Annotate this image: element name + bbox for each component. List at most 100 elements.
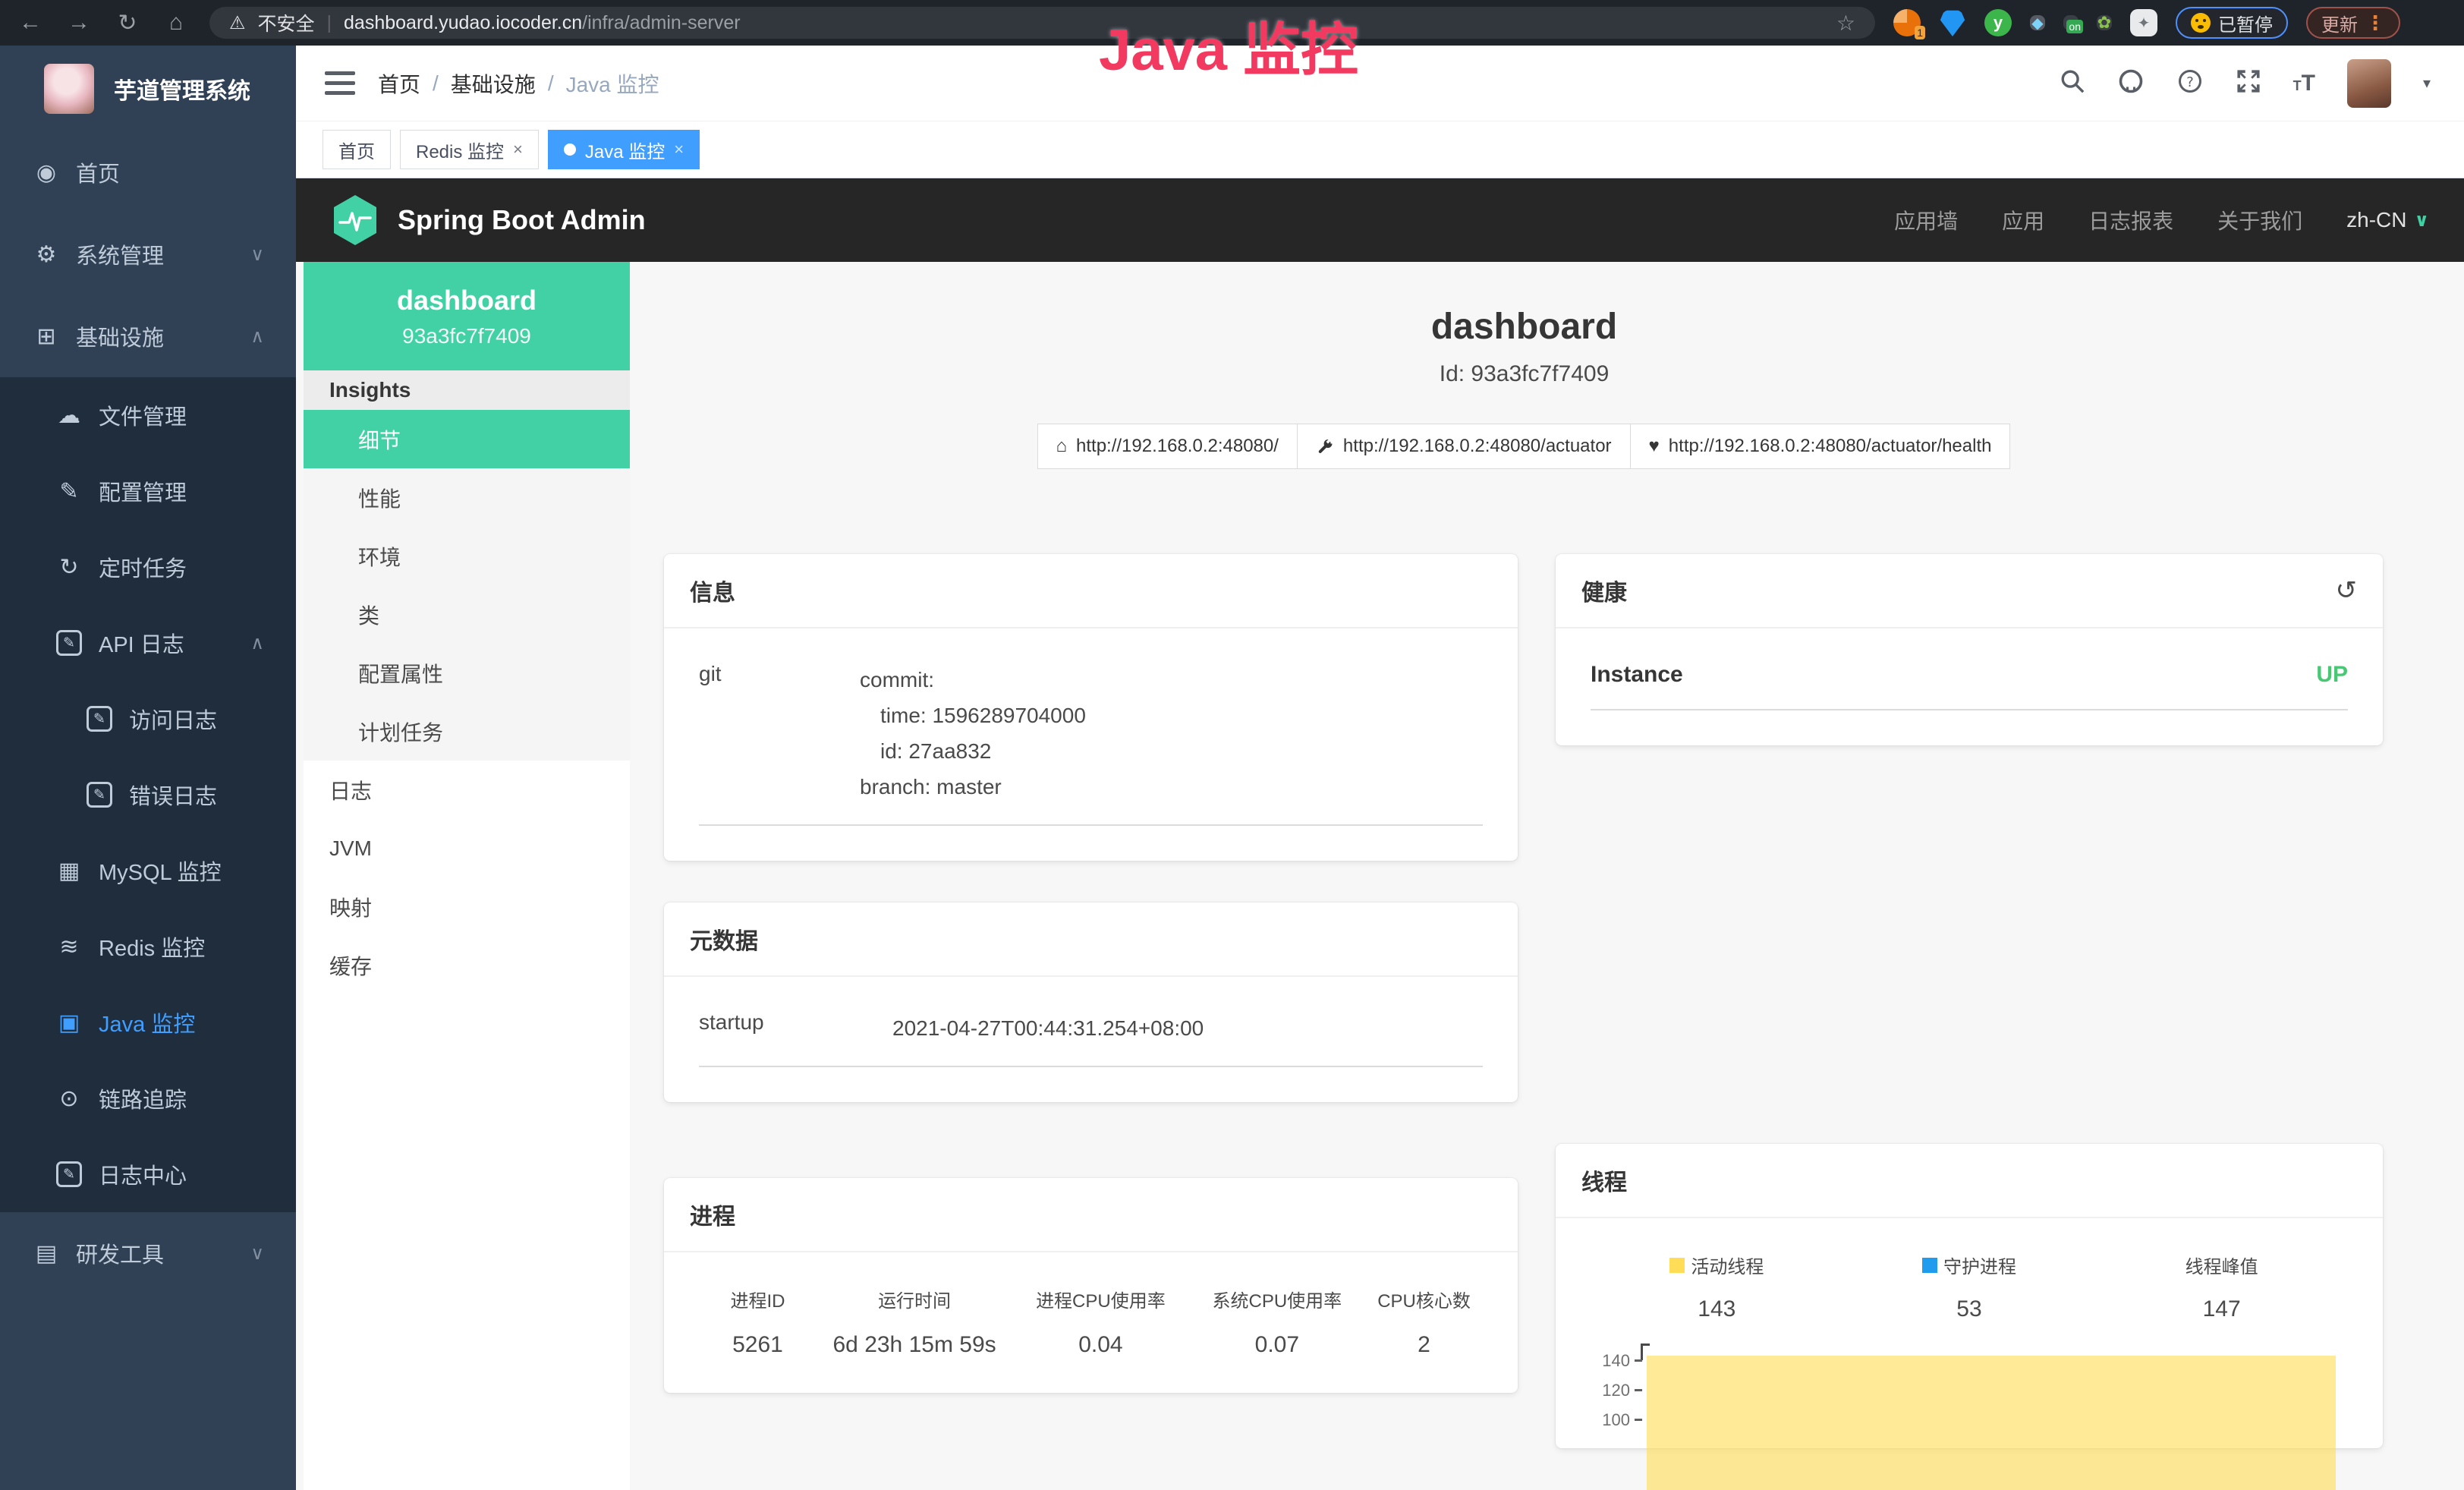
grid-extension-icon[interactable]: ◆ [2030,15,2045,30]
process-cpu: 0.04 [1012,1332,1188,1358]
edit-icon: ✎ [52,478,87,505]
actuator-url-button[interactable]: http://192.168.0.2:48080/actuator [1297,424,1631,469]
sidebar-item-java-monitoring[interactable]: ▣ Java 监控 [0,984,296,1060]
home-icon[interactable]: ⌂ [161,10,191,36]
instance-tab-mappings[interactable]: 映射 [304,877,630,936]
tab-redis-monitoring[interactable]: Redis 监控 × [400,130,539,169]
process-pid: 5261 [699,1332,817,1358]
active-dot-icon [564,143,576,156]
pin-extension-icon[interactable] [1939,9,1966,36]
paused-badge[interactable]: 已暂停 [2176,7,2288,39]
gear-icon: ⚙ [29,241,64,268]
health-card-title: 健康 [1581,574,1627,607]
sidebar-item-log-center[interactable]: ✎ 日志中心 [0,1136,296,1212]
insights-section-header: Insights [304,370,630,410]
breadcrumb-infrastructure[interactable]: 基础设施 [451,68,536,99]
service-url-button[interactable]: ⌂ http://192.168.0.2:48080/ [1037,424,1298,469]
instance-tab-scheduled-tasks[interactable]: 计划任务 [304,702,630,761]
instance-id: 93a3fc7f7409 [304,324,630,348]
font-size-icon[interactable]: TT [2293,71,2315,96]
update-button[interactable]: 更新 ⋮ [2306,7,2400,39]
sba-link-wallboard[interactable]: 应用墙 [1894,205,1958,235]
tab-java-monitoring[interactable]: Java 监控 × [548,130,700,169]
health-card: 健康 ↺ Instance UP [1556,554,2383,745]
dashboard-icon: ◉ [29,159,64,186]
page-url: dashboard.yudao.iocoder.cn/infra/admin-s… [344,12,741,34]
peak-threads-value: 147 [2095,1296,2348,1322]
page-title: dashboard [664,306,2384,348]
instance-tab-config-props[interactable]: 配置属性 [304,644,630,702]
process-card: 进程 进程ID 运行时间 进程CPU使用率 系统CPU使用率 CPU核心数 52… [664,1178,1518,1393]
reload-icon[interactable]: ↻ [112,10,143,36]
health-url-button[interactable]: ♥ http://192.168.0.2:48080/actuator/heal… [1630,424,2011,469]
sba-link-applications[interactable]: 应用 [2002,205,2044,235]
sidebar-item-scheduled-tasks[interactable]: ↻ 定时任务 [0,529,296,605]
instance-tab-details[interactable]: 细节 [304,410,630,468]
instance-tab-environment[interactable]: 环境 [304,527,630,585]
sba-brand[interactable]: Spring Boot Admin [331,194,646,247]
legend-daemon-threads: 守护进程 [1843,1252,2096,1278]
sidebar-item-file-management[interactable]: ☁ 文件管理 [0,377,296,453]
metadata-key: startup [699,1010,892,1046]
breadcrumb-home[interactable]: 首页 [378,68,420,99]
sba-logo-icon [331,194,379,247]
extension-icon[interactable]: y [1984,9,2012,36]
user-avatar[interactable] [2347,59,2391,108]
instance-sidebar: dashboard 93a3fc7f7409 Insights 细节 性能 环境… [304,262,630,1490]
instance-tab-classes[interactable]: 类 [304,585,630,644]
search-icon[interactable] [2060,68,2085,98]
emoji-face-icon [2191,13,2211,33]
sidebar-item-mysql-monitoring[interactable]: ▦ MySQL 监控 [0,833,296,909]
instance-tab-metrics[interactable]: 性能 [304,468,630,527]
hamburger-icon[interactable] [325,71,355,95]
instance-tab-jvm[interactable]: JVM [304,819,630,877]
sidebar-item-home[interactable]: ◉ 首页 [0,131,296,213]
close-icon[interactable]: × [513,140,523,159]
back-icon[interactable]: ← [15,10,46,36]
sidebar-item-redis-monitoring[interactable]: ≋ Redis 监控 [0,909,296,984]
process-uptime: 6d 23h 15m 59s [817,1332,1012,1358]
infrastructure-submenu: ☁ 文件管理 ✎ 配置管理 ↻ 定时任务 ✎ API 日志 ∧ ✎ 访问日志 ✎ [0,377,296,1212]
sba-brand-title: Spring Boot Admin [398,204,646,236]
process-headers: 进程ID 运行时间 进程CPU使用率 系统CPU使用率 CPU核心数 [699,1286,1483,1312]
sidebar-item-config-management[interactable]: ✎ 配置管理 [0,453,296,529]
puzzle-extensions-icon[interactable]: ✦ [2130,9,2157,36]
instance-header[interactable]: dashboard 93a3fc7f7409 [304,262,630,370]
sidebar-item-api-logs[interactable]: ✎ API 日志 ∧ [0,605,296,681]
log-icon: ✎ [87,706,112,732]
avatar-caret-icon[interactable]: ▾ [2423,74,2431,93]
bookmark-star-icon[interactable]: ☆ [1836,11,1855,36]
help-icon[interactable]: ? [2176,68,2204,99]
sidebar-item-error-logs[interactable]: ✎ 错误日志 [0,757,296,833]
history-icon[interactable]: ↺ [2336,575,2358,606]
chevron-up-icon: ∧ [250,326,264,348]
sidebar-item-tracing[interactable]: ⊙ 链路追踪 [0,1060,296,1136]
metadata-card: 元数据 startup 2021-04-27T00:44:31.254+08:0… [664,903,1518,1102]
sidebar-item-dev-tools[interactable]: ▤ 研发工具 ∨ [0,1212,296,1294]
sba-link-about[interactable]: 关于我们 [2217,205,2302,235]
address-bar[interactable]: ⚠ 不安全 | dashboard.yudao.iocoder.cn/infra… [209,7,1875,39]
app-logo-row[interactable]: 芋道管理系统 [0,46,296,131]
fullscreen-icon[interactable] [2236,68,2261,98]
sba-link-journal[interactable]: 日志报表 [2088,205,2173,235]
chevron-down-icon: ∨ [250,244,264,266]
instance-tab-caches[interactable]: 缓存 [304,936,630,994]
threads-area-chart: 140 120 100 [1591,1350,2348,1448]
extension-icon[interactable]: on [2063,15,2079,30]
tab-home[interactable]: 首页 [323,130,391,169]
browser-menu-icon[interactable]: ⋮ [2365,11,2385,35]
github-icon[interactable] [2117,68,2145,99]
translate-extension-icon[interactable]: ✿ [2097,15,2112,30]
database-icon: ▦ [52,858,87,884]
language-selector[interactable]: zh-CN ∨ [2346,208,2429,232]
close-icon[interactable]: × [674,140,684,159]
chevron-down-icon: ∨ [250,1243,264,1265]
instance-tab-logs[interactable]: 日志 [304,761,630,819]
forward-icon[interactable]: → [64,10,94,36]
heartbeat-icon: ♥ [1649,436,1660,457]
log-icon: ✎ [56,630,82,656]
extension-icon[interactable]: 1 [1893,9,1921,36]
sidebar-item-infrastructure[interactable]: ⊞ 基础设施 ∧ [0,295,296,377]
sidebar-item-access-logs[interactable]: ✎ 访问日志 [0,681,296,757]
sidebar-item-system-management[interactable]: ⚙ 系统管理 ∨ [0,213,296,295]
